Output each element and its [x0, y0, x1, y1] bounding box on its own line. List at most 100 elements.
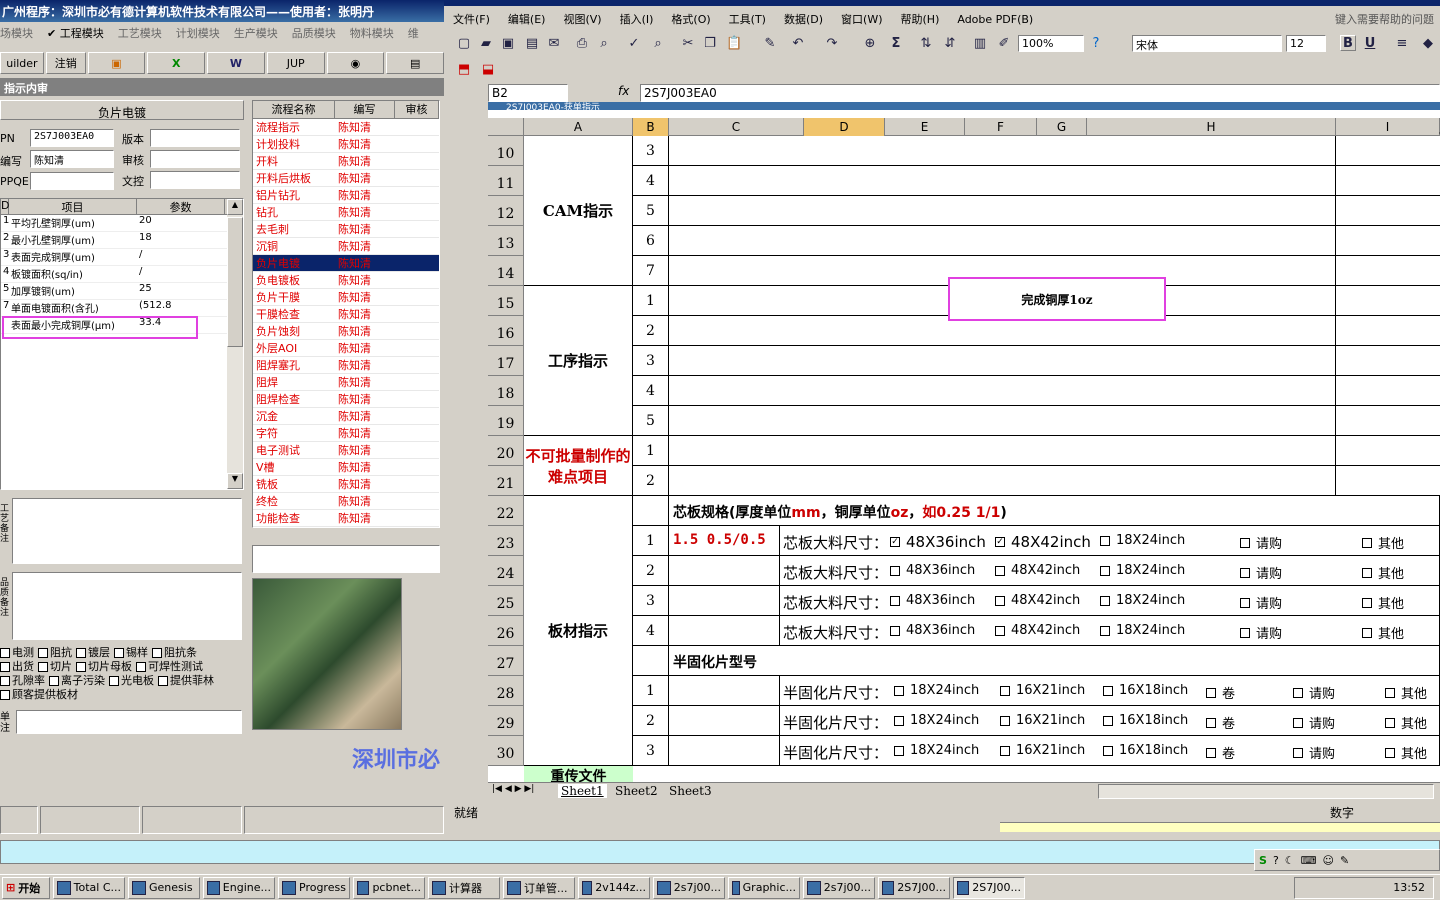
checkbox[interactable]: [1362, 567, 1372, 578]
row-number[interactable]: 4: [633, 166, 669, 196]
core-option[interactable]: 48X36inch: [890, 623, 975, 638]
task-button[interactable]: Total C...: [53, 876, 125, 899]
bold-icon[interactable]: B: [1340, 35, 1356, 51]
column-header-F[interactable]: F: [965, 118, 1037, 136]
sheet-tab-2[interactable]: Sheet2: [612, 784, 661, 798]
fill-color-icon[interactable]: ◆: [1420, 36, 1436, 52]
flow-row[interactable]: 阻焊 陈知清: [253, 374, 439, 391]
param-scrollbar[interactable]: ▲ ▼: [227, 199, 243, 489]
row-header[interactable]: 28: [488, 676, 524, 706]
flow-row[interactable]: 去毛刺 陈知清: [253, 221, 439, 238]
core-value-cell[interactable]: [669, 556, 780, 586]
checkbox[interactable]: [1293, 717, 1303, 728]
checkbox[interactable]: [152, 648, 162, 658]
checkbox[interactable]: [890, 595, 900, 606]
prepreg-value-cell[interactable]: [669, 676, 780, 706]
core-value-cell[interactable]: [669, 616, 780, 646]
redo-icon[interactable]: ↷: [824, 36, 840, 52]
sogou-icon[interactable]: S: [1259, 854, 1267, 867]
param-row[interactable]: 3 表面完成铜厚(um) /: [1, 249, 243, 266]
formula-bar[interactable]: 2S7J003EA0: [640, 84, 1440, 102]
task-button[interactable]: 2S7J00...: [953, 876, 1025, 899]
menu-item-4[interactable]: 格式(O): [662, 11, 719, 27]
prepreg-option[interactable]: 16X18inch: [1103, 713, 1188, 728]
flow-row[interactable]: 电子测试 陈知清: [253, 442, 439, 459]
row-number[interactable]: 2: [633, 466, 669, 496]
row-header[interactable]: 11: [488, 166, 524, 196]
flow-row[interactable]: 外层AOI 陈知清: [253, 340, 439, 357]
checkbox[interactable]: [995, 625, 1005, 636]
cut-icon[interactable]: ✂: [680, 36, 696, 52]
j-cell[interactable]: [1336, 196, 1440, 226]
select-all-corner[interactable]: [488, 118, 524, 136]
param-row[interactable]: 2 最小孔壁铜厚(um) 18: [1, 232, 243, 249]
j-cell[interactable]: [1336, 466, 1440, 496]
core-option[interactable]: 请购: [1240, 593, 1282, 612]
row-number[interactable]: 1: [633, 286, 669, 316]
checkbox[interactable]: [1385, 747, 1395, 758]
hyperlink-icon[interactable]: ⊕: [862, 36, 878, 52]
checkbox[interactable]: [76, 662, 86, 672]
row-number[interactable]: 2: [633, 706, 669, 736]
checkbox[interactable]: [0, 662, 10, 672]
pdf-email-icon[interactable]: ⬓: [480, 62, 496, 78]
content-cell[interactable]: [669, 136, 1336, 166]
flow-row[interactable]: V槽 陈知清: [253, 459, 439, 476]
checkbox[interactable]: [1240, 537, 1250, 548]
checkbox[interactable]: [890, 537, 900, 547]
prepreg-option[interactable]: 16X21inch: [1000, 743, 1085, 758]
checkbox[interactable]: [109, 676, 119, 686]
checkbox[interactable]: [995, 537, 1005, 547]
pdf-convert-icon[interactable]: ⬒: [456, 62, 472, 78]
task-button[interactable]: Progress: [278, 876, 350, 899]
module-tab-3[interactable]: 计划模块: [176, 27, 220, 40]
drawing-icon[interactable]: ✐: [996, 36, 1012, 52]
checkbox[interactable]: [1100, 595, 1110, 606]
checkbox[interactable]: [1293, 687, 1303, 698]
prepreg-option[interactable]: 18X24inch: [894, 743, 979, 758]
checkbox[interactable]: [0, 690, 10, 700]
row-number[interactable]: [633, 496, 669, 526]
word-export-button[interactable]: W: [207, 52, 265, 74]
checkbox[interactable]: [1240, 597, 1250, 608]
prepreg-option[interactable]: 16X21inch: [1000, 683, 1085, 698]
task-button[interactable]: Engine...: [203, 876, 275, 899]
checkbox[interactable]: [1240, 567, 1250, 578]
content-cell[interactable]: [669, 166, 1336, 196]
row-number[interactable]: 3: [633, 136, 669, 166]
checkbox[interactable]: [1362, 537, 1372, 548]
flow-row[interactable]: 沉金 陈知清: [253, 408, 439, 425]
flow-row[interactable]: 干膜检查 陈知清: [253, 306, 439, 323]
align-left-icon[interactable]: ≡: [1394, 36, 1410, 52]
sheet-tab-3[interactable]: Sheet3: [666, 784, 715, 798]
fx-icon[interactable]: fx: [618, 84, 629, 98]
j-cell[interactable]: [1336, 256, 1440, 286]
menu-item-5[interactable]: 工具(T): [720, 11, 775, 27]
menu-item-8[interactable]: 帮助(H): [892, 11, 949, 27]
help-icon[interactable]: ?: [1273, 854, 1279, 867]
column-header-D[interactable]: D: [804, 118, 885, 136]
menu-item-6[interactable]: 数据(D): [775, 11, 832, 27]
checkbox[interactable]: [1206, 717, 1216, 728]
row-number[interactable]: 1: [633, 676, 669, 706]
ppt-export-button[interactable]: ▣: [87, 52, 146, 74]
open-icon[interactable]: ▰: [478, 36, 494, 52]
module-tab-2[interactable]: 工艺模块: [118, 27, 162, 40]
sort-desc-icon[interactable]: ⇵: [942, 36, 958, 52]
content-cell[interactable]: [669, 226, 1336, 256]
version-field[interactable]: [150, 129, 240, 147]
checkbox[interactable]: [1103, 715, 1113, 726]
row-header[interactable]: 15: [488, 286, 524, 316]
menu-item-7[interactable]: 窗口(W): [832, 11, 891, 27]
row-header[interactable]: 12: [488, 196, 524, 226]
font-select[interactable]: 宋体: [1132, 35, 1282, 52]
checkbox[interactable]: [1362, 627, 1372, 638]
row-header[interactable]: 21: [488, 466, 524, 496]
copy-icon[interactable]: ❐: [702, 36, 718, 52]
flow-row[interactable]: 沉铜 陈知清: [253, 238, 439, 255]
task-button[interactable]: 计算器: [428, 876, 500, 899]
paste-icon[interactable]: 📋: [726, 36, 742, 52]
print-icon[interactable]: ⎙: [574, 36, 590, 52]
row-header[interactable]: 20: [488, 436, 524, 466]
checkbox[interactable]: [136, 662, 146, 672]
